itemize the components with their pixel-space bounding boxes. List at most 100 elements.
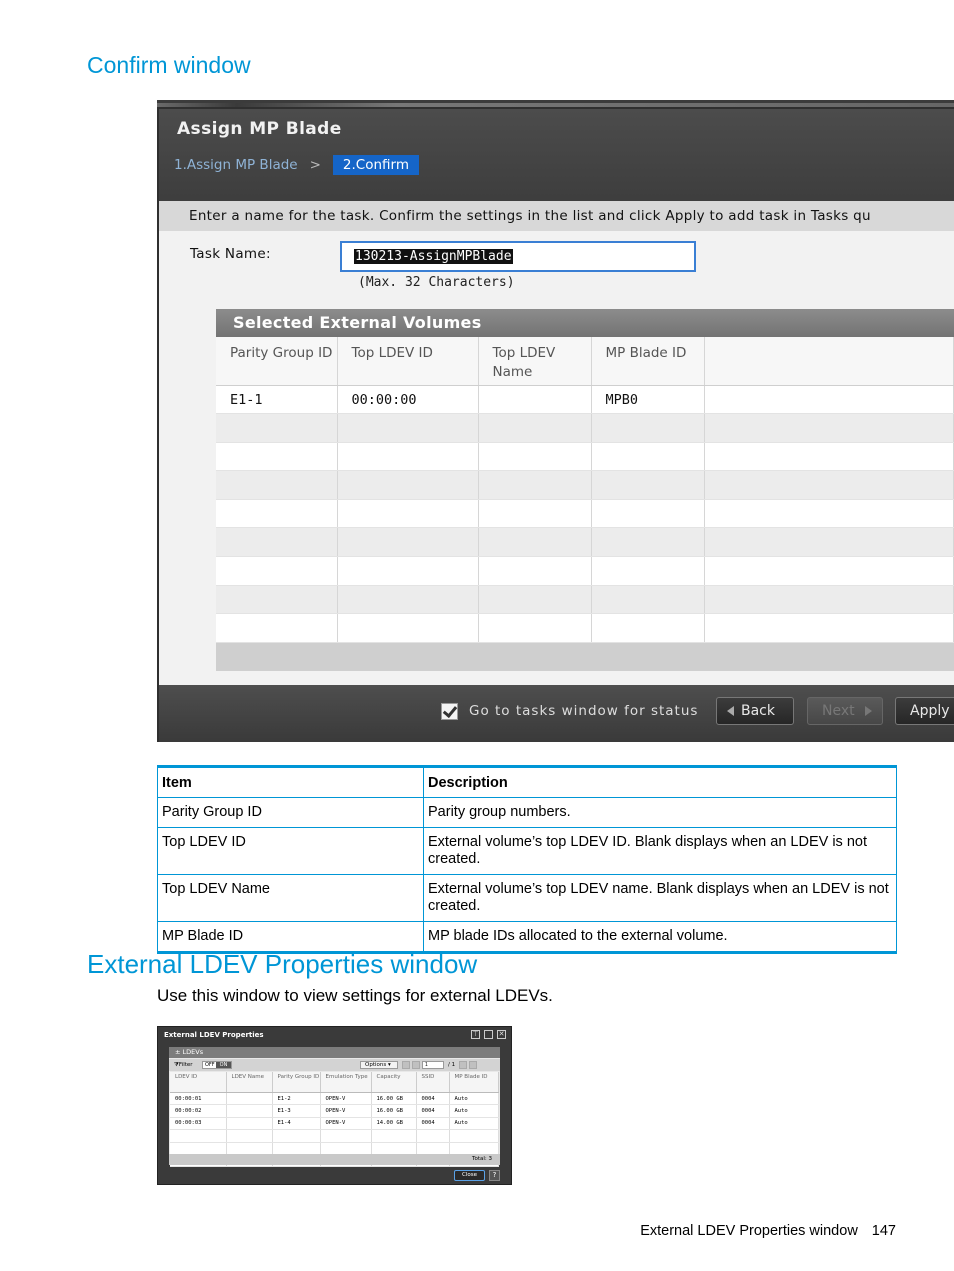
cell-ldev-id: 00:00:02 <box>170 1104 227 1118</box>
dialog-body: Enter a name for the task. Confirm the s… <box>159 201 954 685</box>
column-header-empty <box>704 337 954 386</box>
empty-row <box>170 1142 499 1155</box>
table-row[interactable]: 00:00:02 E1-3 OPEN-V 16.00 GB 0004 Auto <box>170 1104 499 1118</box>
confirm-window-heading: Confirm window <box>87 52 251 78</box>
empty-row <box>216 470 954 500</box>
ldevs-panel: ± LDEVs ⧩Filter OFFON Options ▾ / 1 LDEV… <box>169 1047 500 1168</box>
filter-off-label: OFF <box>205 1062 215 1068</box>
external-ldev-properties-heading: External LDEV Properties window <box>87 949 478 979</box>
cell-mp-blade-id: Auto <box>449 1104 499 1118</box>
cell-mp-blade-id: Auto <box>449 1117 499 1131</box>
description-cell: External volume’s top LDEV name. Blank d… <box>423 874 897 922</box>
cell-empty <box>704 385 954 415</box>
empty-row <box>216 413 954 443</box>
dialog-title: Assign MP Blade <box>177 119 342 139</box>
next-button[interactable]: Next <box>807 697 883 725</box>
empty-row <box>216 613 954 643</box>
cell-ssid: 0004 <box>416 1092 450 1106</box>
column-header-ssid[interactable]: SSID <box>416 1072 450 1093</box>
external-ldev-properties-window: External LDEV Properties ⊤ ✕ ± LDEVs ⧩Fi… <box>157 1026 512 1185</box>
cell-top-ldev-id: 00:00:00 <box>337 385 479 415</box>
window-top-strip <box>157 103 954 107</box>
close-icon[interactable]: ✕ <box>497 1030 506 1039</box>
instruction-text: Enter a name for the task. Confirm the s… <box>159 201 954 231</box>
wizard-steps: 1.Assign MP Blade > 2.Confirm <box>174 155 419 175</box>
cell-parity-group-id: E1-2 <box>272 1092 321 1106</box>
column-header-emulation-type[interactable]: Emulation Type <box>320 1072 372 1093</box>
close-button[interactable]: Close <box>454 1170 485 1181</box>
maximize-icon[interactable] <box>484 1030 493 1039</box>
next-page-icon[interactable] <box>459 1061 468 1069</box>
go-to-tasks-checkbox[interactable] <box>441 703 458 720</box>
assign-mp-blade-dialog: Assign MP Blade 1.Assign MP Blade > 2.Co… <box>157 100 954 742</box>
table-row[interactable]: 00:00:01 E1-2 OPEN-V 16.00 GB 0004 Auto <box>170 1092 499 1106</box>
max-characters-hint: (Max. 32 Characters) <box>358 275 515 290</box>
ldevs-title-text: LDEVs <box>182 1048 204 1056</box>
cell-ssid: 0004 <box>416 1104 450 1118</box>
cell-mp-blade-id: MPB0 <box>591 385 705 415</box>
dialog-footer: Go to tasks window for status Back Next … <box>159 685 954 742</box>
help-button[interactable]: ? <box>489 1170 500 1181</box>
item-cell: Top LDEV ID <box>157 827 424 875</box>
cell-capacity: 14.00 GB <box>371 1117 417 1131</box>
table-row[interactable]: 00:00:03 E1-4 OPEN-V 14.00 GB 0004 Auto <box>170 1117 499 1131</box>
cell-ldev-id: 00:00:01 <box>170 1092 227 1106</box>
empty-row <box>170 1129 499 1143</box>
selected-external-volumes-panel: Selected External Volumes Parity Group I… <box>216 309 954 671</box>
back-button[interactable]: Back <box>716 697 794 725</box>
page-footer: External LDEV Properties window 147 <box>626 1223 896 1239</box>
item-description-table: Item Description Parity Group ID Parity … <box>157 765 897 954</box>
step-confirm[interactable]: 2.Confirm <box>332 155 419 175</box>
filter-button[interactable]: ⧩Filter <box>174 1062 193 1069</box>
description-cell: Parity group numbers. <box>423 797 897 828</box>
ldevs-toolbar: ⧩Filter OFFON Options ▾ / 1 <box>169 1059 500 1071</box>
page-number: 147 <box>871 1223 896 1239</box>
column-header-top-ldev-name[interactable]: Top LDEV Name <box>478 337 592 386</box>
description-cell: MP blade IDs allocated to the external v… <box>423 921 897 953</box>
filter-label: Filter <box>178 1062 193 1068</box>
apply-button[interactable]: Apply <box>895 697 954 725</box>
options-dropdown[interactable]: Options ▾ <box>360 1061 398 1069</box>
cell-ldev-name <box>226 1117 273 1131</box>
window-title: External LDEV Properties <box>164 1031 264 1039</box>
table-row: Parity Group ID Parity group numbers. <box>157 797 897 828</box>
last-page-icon[interactable] <box>469 1061 478 1069</box>
empty-row <box>216 499 954 529</box>
prev-page-icon[interactable] <box>412 1061 420 1069</box>
column-header-top-ldev-id[interactable]: Top LDEV ID <box>337 337 479 386</box>
step-separator: > <box>309 157 321 173</box>
column-header-item: Item <box>157 766 424 798</box>
task-name-input[interactable]: 130213-AssignMPBlade <box>340 241 696 272</box>
cell-ldev-name <box>226 1092 273 1106</box>
column-header-mp-blade-id[interactable]: MP Blade ID <box>449 1072 499 1093</box>
column-header-description: Description <box>423 766 897 798</box>
description-cell: External volume’s top LDEV ID. Blank dis… <box>423 827 897 875</box>
cell-emulation-type: OPEN-V <box>320 1092 372 1106</box>
column-header-parity-group-id[interactable]: Parity Group ID <box>272 1072 321 1093</box>
collapse-icon[interactable]: ± <box>175 1048 183 1056</box>
first-page-icon[interactable] <box>402 1061 410 1069</box>
filter-toggle[interactable]: OFF ON <box>202 1061 232 1069</box>
item-cell: Top LDEV Name <box>157 874 424 922</box>
step-assign-mp-blade[interactable]: 1.Assign MP Blade <box>174 157 298 173</box>
column-header-ldev-id[interactable]: LDEV ID <box>170 1072 227 1093</box>
task-name-label: Task Name: <box>190 246 271 262</box>
filter-on-label: ON <box>216 1062 231 1068</box>
page-total: / 1 <box>448 1062 456 1068</box>
column-header-ldev-name[interactable]: LDEV Name <box>226 1072 273 1093</box>
task-name-value: 130213-AssignMPBlade <box>354 249 513 264</box>
cell-parity-group-id: E1-3 <box>272 1104 321 1118</box>
empty-row <box>216 556 954 586</box>
item-cell: Parity Group ID <box>157 797 424 828</box>
column-header-mp-blade-id[interactable]: MP Blade ID <box>591 337 705 386</box>
page-input[interactable] <box>422 1061 444 1069</box>
cell-parity-group-id: E1-4 <box>272 1117 321 1131</box>
cell-top-ldev-name <box>478 385 592 415</box>
cell-emulation-type: OPEN-V <box>320 1104 372 1118</box>
pin-icon[interactable]: ⊤ <box>471 1030 480 1039</box>
column-header-parity-group-id[interactable]: Parity Group ID <box>216 337 338 386</box>
table-row[interactable]: E1-1 00:00:00 MPB0 <box>216 385 954 415</box>
column-header-capacity[interactable]: Capacity <box>371 1072 417 1093</box>
options-label: Options <box>365 1062 387 1068</box>
table-row: Top LDEV Name External volume’s top LDEV… <box>157 874 897 922</box>
